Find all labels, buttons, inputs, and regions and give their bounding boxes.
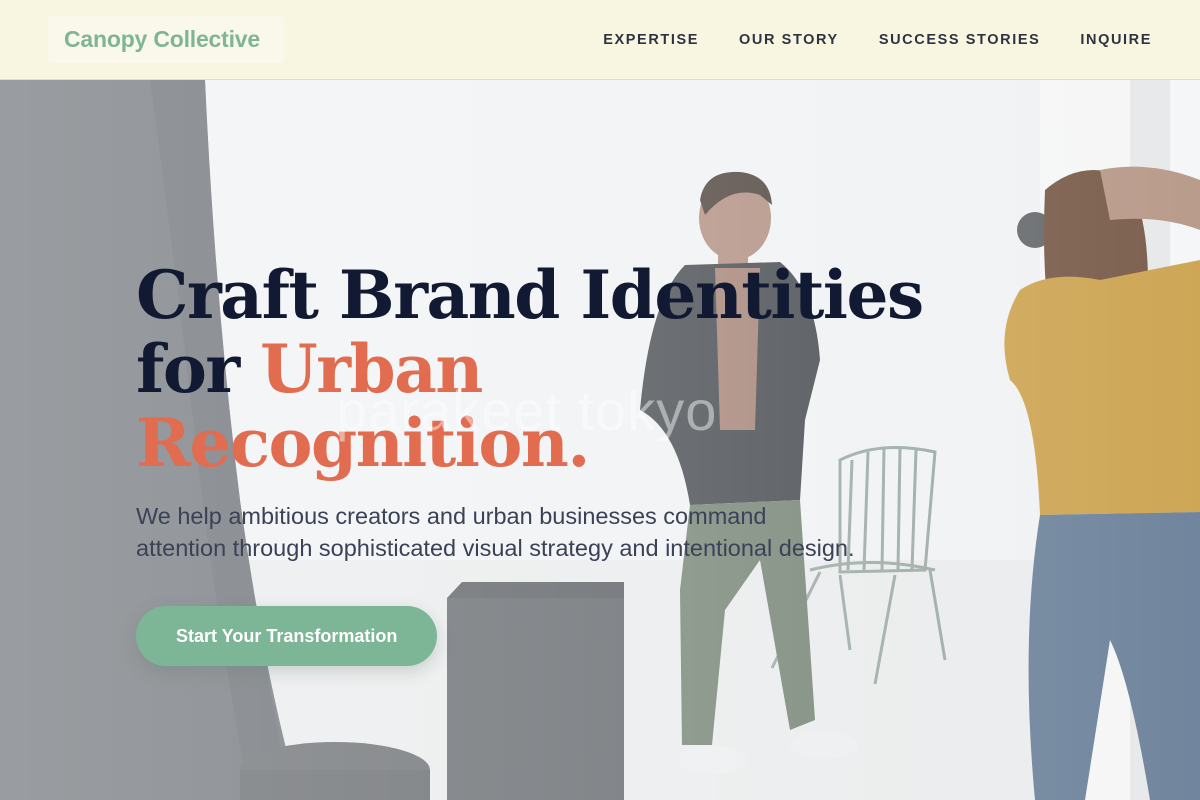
hero-headline: Craft Brand Identities for Urban Recogni… [136, 258, 936, 480]
headline-line-1: Craft Brand Identities [136, 256, 924, 334]
site-header: Canopy Collective EXPERTISE OUR STORY SU… [0, 0, 1200, 80]
headline-line-2-prefix: for [136, 330, 261, 408]
brand-logo[interactable]: Canopy Collective [48, 16, 284, 63]
nav-link-success-stories[interactable]: SUCCESS STORIES [879, 32, 1041, 48]
nav-link-expertise[interactable]: EXPERTISE [603, 32, 699, 48]
hero-section: parakeet tokyo Craft Brand Identities fo… [136, 258, 936, 666]
hero-subtext: We help ambitious creators and urban bus… [136, 503, 855, 561]
nav-link-our-story[interactable]: OUR STORY [739, 32, 839, 48]
nav-link-inquire[interactable]: INQUIRE [1080, 32, 1152, 48]
main-nav: EXPERTISE OUR STORY SUCCESS STORIES INQU… [603, 0, 1152, 80]
start-transformation-button[interactable]: Start Your Transformation [136, 606, 438, 666]
